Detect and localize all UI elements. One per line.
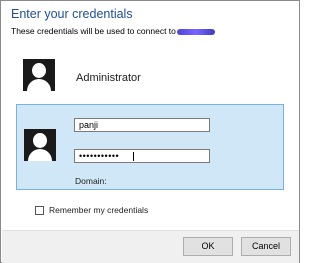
- dialog-title: Enter your credentials: [11, 7, 133, 21]
- avatar-body: [27, 79, 51, 91]
- new-user-avatar-icon: [24, 129, 56, 161]
- avatar-head: [32, 63, 46, 78]
- administrator-account-name[interactable]: Administrator: [76, 72, 141, 84]
- avatar-body: [28, 149, 52, 161]
- username-input[interactable]: [74, 118, 210, 132]
- redacted-host: [176, 28, 215, 35]
- remember-label: Remember my credentials: [49, 205, 149, 215]
- domain-label: Domain:: [75, 176, 107, 186]
- password-input[interactable]: •••••••••••: [74, 149, 210, 163]
- subtitle-text: These credentials will be used to connec…: [11, 26, 176, 36]
- dialog-subtitle: These credentials will be used to connec…: [11, 26, 215, 36]
- avatar-head: [33, 133, 47, 148]
- credentials-dialog: Enter your credentials These credentials…: [0, 0, 300, 263]
- ok-button[interactable]: OK: [183, 237, 233, 256]
- cancel-button[interactable]: Cancel: [241, 237, 291, 256]
- administrator-avatar-icon[interactable]: [23, 59, 55, 91]
- remember-credentials-option[interactable]: Remember my credentials: [35, 204, 148, 216]
- remember-checkbox[interactable]: [35, 205, 44, 215]
- credential-entry-panel: [16, 104, 284, 190]
